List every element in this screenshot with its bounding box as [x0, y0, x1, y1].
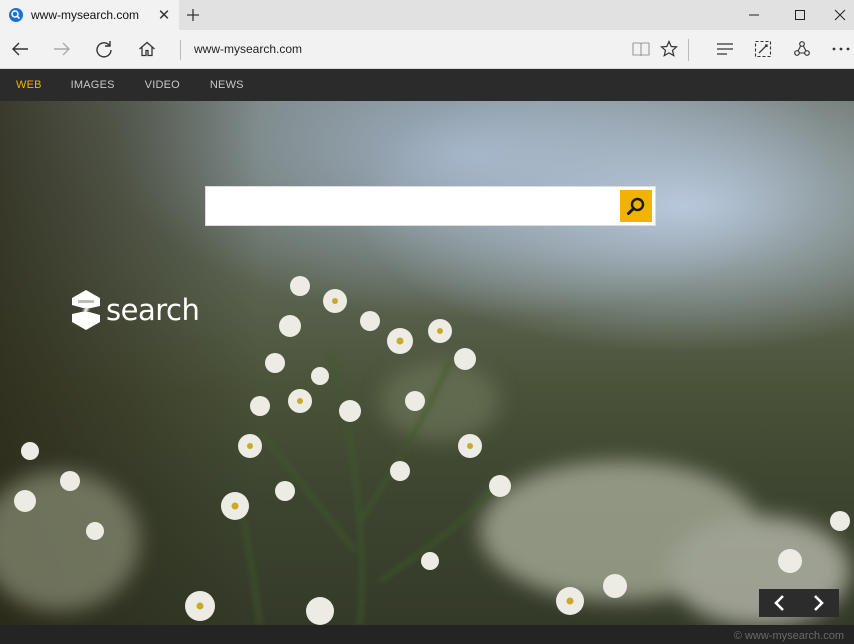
- next-background-button[interactable]: [799, 589, 839, 617]
- share-icon: [794, 41, 810, 56]
- search-icon: [627, 197, 645, 215]
- star-icon: [660, 40, 678, 57]
- home-button[interactable]: [128, 30, 166, 68]
- logo-wordmark: search: [106, 293, 200, 327]
- search-box: [205, 186, 656, 226]
- more-button[interactable]: [822, 30, 854, 68]
- address-bar[interactable]: www-mysearch.com: [194, 30, 302, 68]
- forward-button[interactable]: [43, 30, 81, 68]
- category-images[interactable]: IMAGES: [71, 79, 115, 91]
- maximize-button[interactable]: [780, 0, 820, 30]
- web-note-button[interactable]: [744, 30, 782, 68]
- maximize-icon: [795, 10, 805, 20]
- search-input[interactable]: [212, 192, 612, 220]
- home-icon: [139, 41, 155, 57]
- category-web[interactable]: WEB: [16, 79, 42, 91]
- category-nav: WEB IMAGES VIDEO NEWS: [0, 69, 854, 101]
- search-favicon-icon: [9, 8, 23, 22]
- hub-button[interactable]: [706, 30, 744, 68]
- chevron-left-icon: [774, 595, 784, 611]
- browser-toolbar: www-mysearch.com: [0, 30, 854, 69]
- flower-image: [0, 276, 850, 625]
- more-dots-icon: [832, 47, 850, 51]
- footer-copyright: © www-mysearch.com: [733, 630, 844, 642]
- refresh-icon: [96, 41, 112, 58]
- page-footer: © www-mysearch.com: [0, 625, 854, 644]
- hub-lines-icon: [717, 43, 733, 55]
- browser-tab[interactable]: www-mysearch.com ✕: [0, 0, 179, 30]
- toolbar-divider: [688, 39, 689, 61]
- category-news[interactable]: NEWS: [210, 79, 244, 91]
- category-video[interactable]: VIDEO: [145, 79, 180, 91]
- hero-background: search: [0, 101, 854, 625]
- tab-close-icon[interactable]: ✕: [149, 6, 179, 24]
- close-icon: [834, 9, 846, 21]
- favorite-button[interactable]: [650, 30, 688, 68]
- search-button[interactable]: [620, 190, 652, 222]
- refresh-button[interactable]: [85, 30, 123, 68]
- share-button[interactable]: [783, 30, 821, 68]
- arrow-right-icon: [54, 42, 70, 56]
- arrow-left-icon: [12, 42, 28, 56]
- minimize-icon: [749, 14, 759, 16]
- minimize-button[interactable]: [734, 0, 774, 30]
- new-tab-button[interactable]: [180, 0, 206, 30]
- background-slider-controls: [759, 589, 839, 617]
- tab-title: www-mysearch.com: [31, 8, 140, 22]
- address-divider: [180, 40, 181, 60]
- pen-note-icon: [754, 40, 772, 58]
- chevron-right-icon: [814, 595, 824, 611]
- book-icon: [632, 42, 650, 56]
- previous-background-button[interactable]: [759, 589, 799, 617]
- title-bar: www-mysearch.com ✕: [0, 0, 854, 30]
- back-button[interactable]: [1, 30, 39, 68]
- close-window-button[interactable]: [820, 0, 854, 30]
- logo-s-icon: [72, 290, 100, 330]
- site-logo: search: [70, 289, 200, 331]
- plus-icon: [187, 9, 199, 21]
